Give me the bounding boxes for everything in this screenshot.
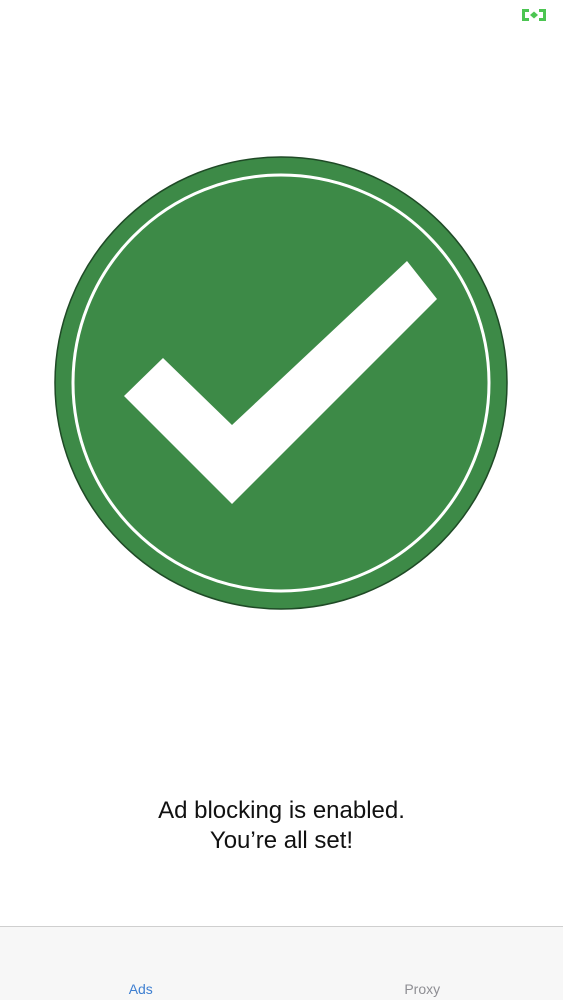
- tab-bar: Ads Proxy: [0, 926, 563, 1000]
- tab-ads-label: Ads: [128, 981, 153, 997]
- fullscreen-arrows-icon: [521, 8, 547, 22]
- tab-proxy[interactable]: Proxy: [282, 927, 563, 1000]
- checkmark-circle-icon: [54, 156, 508, 610]
- status-message-line1: Ad blocking is enabled.: [158, 797, 405, 824]
- tab-proxy-label: Proxy: [404, 981, 441, 997]
- status-message-line2: You’re all set!: [209, 827, 354, 854]
- app-screen: Ad blocking is enabled. You’re all set! …: [0, 0, 563, 1000]
- status-message: Ad blocking is enabled. You’re all set!: [0, 796, 563, 856]
- tab-ads[interactable]: Ads: [0, 927, 282, 1000]
